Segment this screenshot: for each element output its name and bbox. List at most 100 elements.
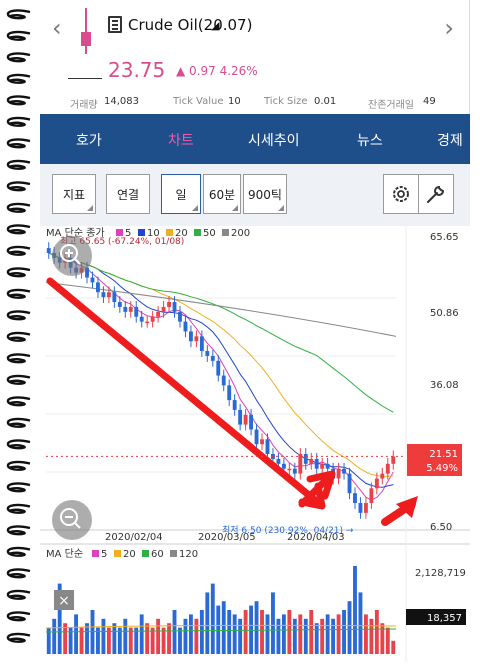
back-arrow-icon[interactable]: ‹ bbox=[52, 14, 62, 42]
min60-interval-button[interactable]: 60분 bbox=[203, 174, 241, 214]
y-tick-label: 6.50 bbox=[430, 522, 452, 533]
day-interval-button[interactable]: 일 bbox=[161, 174, 201, 214]
volume-bar bbox=[232, 614, 237, 654]
volume-bar bbox=[347, 601, 352, 654]
candle-body bbox=[96, 282, 100, 293]
candle-body bbox=[243, 414, 248, 425]
candle-body bbox=[128, 306, 133, 312]
legend-swatch bbox=[166, 229, 173, 236]
volume-bar bbox=[380, 623, 385, 654]
legend-swatch bbox=[142, 550, 149, 557]
volume-bar bbox=[325, 614, 330, 654]
price-change: ▲ 0.97 4.26% bbox=[176, 64, 258, 78]
tools-button[interactable] bbox=[418, 174, 454, 214]
tab-economy[interactable]: 경제 bbox=[437, 130, 463, 150]
volume-bar bbox=[353, 566, 357, 654]
legend-swatch bbox=[222, 229, 229, 236]
volume-bar bbox=[183, 618, 188, 654]
candle-body bbox=[210, 355, 215, 361]
candle-body bbox=[325, 463, 330, 469]
instrument-title[interactable]: Crude Oil(20.07) bbox=[128, 16, 252, 34]
spiral-ring bbox=[6, 374, 31, 385]
tick-value-value: 10 bbox=[228, 96, 241, 107]
spiral-ring bbox=[6, 181, 31, 192]
tab-bar: 호가 차트 시세추이 뉴스 경제 bbox=[40, 114, 470, 164]
spiral-ring bbox=[6, 417, 31, 428]
candle-body bbox=[205, 351, 210, 356]
volume-bar bbox=[156, 618, 161, 654]
candle-body bbox=[199, 336, 204, 352]
spiral-ring bbox=[6, 138, 31, 149]
volume-bar bbox=[227, 610, 232, 654]
y-tick-label: 50.86 bbox=[430, 308, 459, 319]
candle-body bbox=[391, 456, 396, 464]
spiral-ring bbox=[6, 288, 31, 299]
legend-label: 120 bbox=[179, 549, 198, 560]
volume-bar bbox=[358, 592, 363, 654]
spiral-ring bbox=[6, 52, 31, 63]
spiral-ring bbox=[6, 73, 31, 84]
tick900-interval-button[interactable]: 900틱 bbox=[243, 174, 287, 214]
link-button[interactable]: 연결 bbox=[106, 174, 150, 214]
settings-button[interactable] bbox=[383, 174, 419, 214]
spiral-ring bbox=[6, 9, 31, 20]
legend-swatch bbox=[114, 550, 121, 557]
volume-bar bbox=[139, 614, 144, 654]
spiral-ring bbox=[6, 632, 31, 643]
y-tick-label: 65.65 bbox=[430, 232, 459, 243]
candle-body bbox=[161, 306, 166, 312]
volume-bar bbox=[287, 610, 292, 654]
candle-body bbox=[287, 468, 292, 471]
volume-bar bbox=[254, 601, 259, 654]
dropdown-caret-icon[interactable]: ◢ bbox=[211, 19, 219, 32]
volume-bar bbox=[199, 610, 204, 654]
spiral-ring bbox=[6, 482, 31, 493]
candle-body bbox=[101, 292, 106, 298]
volume-bar bbox=[385, 627, 390, 654]
volume-value: 14,083 bbox=[104, 96, 139, 107]
candle-body bbox=[216, 360, 221, 376]
legend-swatch bbox=[116, 229, 123, 236]
volume-bar bbox=[123, 618, 128, 654]
tab-news[interactable]: 뉴스 bbox=[357, 130, 383, 150]
candle-body bbox=[385, 463, 390, 474]
tab-chart[interactable]: 차트 bbox=[168, 130, 194, 150]
tab-orderbook[interactable]: 호가 bbox=[76, 130, 102, 150]
header: ‹ Crude Oil(20.07) ◢ › 23.75 ▲ 0.97 4.26… bbox=[40, 0, 470, 90]
volume-bar bbox=[101, 618, 106, 654]
candle-body bbox=[347, 473, 352, 494]
candle-body bbox=[298, 454, 303, 474]
tick900-interval-label: 900틱 bbox=[248, 187, 282, 202]
volume-bar bbox=[178, 627, 182, 654]
tick-size-label: Tick Size bbox=[264, 96, 308, 107]
candle-body bbox=[238, 409, 243, 425]
volume-bar bbox=[161, 627, 166, 654]
price-volume-chart[interactable]: MA 단순 종가 5 10 20 50 200최고 65.65 (-67.24%, 01/… bbox=[40, 226, 470, 662]
tab-price-trend[interactable]: 시세추이 bbox=[248, 130, 300, 150]
info-row: 거래량 14,083 Tick Value 10 Tick Size 0.01 … bbox=[40, 92, 470, 114]
candle-body bbox=[363, 503, 368, 513]
candle-body bbox=[314, 458, 319, 469]
volume-bar bbox=[243, 610, 248, 654]
candle-body bbox=[254, 429, 259, 445]
candle-body bbox=[309, 458, 314, 464]
volume-bar bbox=[331, 618, 336, 654]
screen: ‹ Crude Oil(20.07) ◢ › 23.75 ▲ 0.97 4.26… bbox=[0, 0, 480, 666]
candle-body bbox=[117, 302, 122, 307]
zoom-in-button bbox=[52, 236, 92, 276]
tick-value-label: Tick Value bbox=[173, 96, 224, 107]
legend-swatch bbox=[92, 550, 99, 557]
forward-arrow-icon[interactable]: › bbox=[444, 14, 454, 42]
volume-bar bbox=[172, 610, 177, 654]
spiral-ring bbox=[6, 525, 31, 536]
x-tick-label: 2020/03/05 bbox=[198, 532, 256, 543]
document-icon[interactable] bbox=[108, 16, 122, 33]
indicator-button[interactable]: 지표 bbox=[52, 174, 96, 214]
legend-label: 5 bbox=[101, 549, 107, 560]
candle-body bbox=[358, 503, 363, 513]
volume-bar bbox=[194, 618, 199, 654]
tick-size-value: 0.01 bbox=[314, 96, 337, 107]
candle-body bbox=[150, 316, 155, 322]
candle-body bbox=[156, 311, 161, 317]
volume-y-tick-label: 2,128,719 bbox=[415, 568, 466, 579]
